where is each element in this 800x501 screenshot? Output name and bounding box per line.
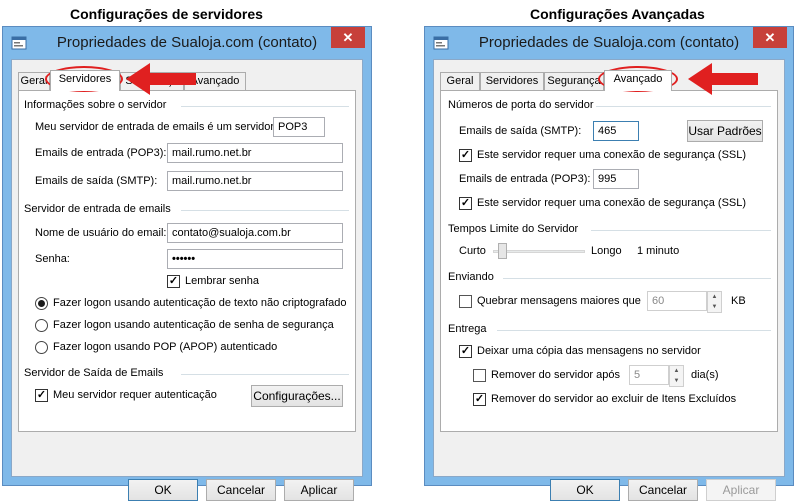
- window-title: Propriedades de Sualoja.com (contato): [56, 34, 318, 51]
- leave-copy-label: Deixar uma cópia das mensagens no servid…: [477, 345, 701, 357]
- ssl-smtp-label: Este servidor requer uma conexão de segu…: [477, 149, 747, 161]
- remove-deleted-label: Remover do servidor ao excluir de Itens …: [491, 393, 737, 405]
- tab-seguranca[interactable]: Segurança: [544, 72, 604, 90]
- red-arrow-left-icon: [126, 63, 196, 95]
- incoming-type-label: Meu servidor de entrada de emails é um s…: [35, 121, 275, 133]
- dialog-body: Geral Servidores Segurança Avançado Info…: [11, 59, 363, 501]
- ssl-pop-label: Este servidor requer uma conexão de segu…: [477, 197, 747, 209]
- logon-plaintext-label: Fazer logon usando autenticação de texto…: [53, 297, 347, 309]
- tab-geral[interactable]: Geral: [440, 72, 480, 90]
- incoming-server-label: Emails de entrada (POP3):: [35, 147, 167, 159]
- remove-after-label: Remover do servidor após: [491, 369, 621, 381]
- leave-copy-checkbox[interactable]: ✓: [459, 345, 472, 358]
- username-input[interactable]: contato@sualoja.com.br: [167, 223, 343, 243]
- timeout-long-label: Longo: [591, 245, 622, 257]
- split-size-spinner[interactable]: ▲ ▼: [707, 291, 722, 313]
- requires-auth-label: Meu servidor requer autenticação: [53, 389, 217, 401]
- close-button[interactable]: ✕: [331, 27, 365, 48]
- incoming-server-input[interactable]: mail.rumo.net.br: [167, 143, 343, 163]
- remove-deleted-checkbox[interactable]: ✓: [473, 393, 486, 406]
- logon-plaintext-radio[interactable]: [35, 297, 48, 310]
- cancel-button[interactable]: Cancelar: [628, 479, 698, 501]
- advanced-panel: Números de porta do servidor Emails de s…: [440, 90, 778, 432]
- logon-apop-label: Fazer logon usando POP (APOP) autenticad…: [53, 341, 278, 353]
- remove-after-unit-label: dia(s): [691, 369, 719, 381]
- incoming-type-value: POP3: [273, 117, 325, 137]
- group-divider: [497, 330, 771, 331]
- apply-button[interactable]: Aplicar: [284, 479, 354, 501]
- ok-button[interactable]: OK: [128, 479, 198, 501]
- ok-button[interactable]: OK: [550, 479, 620, 501]
- outgoing-server-input[interactable]: mail.rumo.net.br: [167, 171, 343, 191]
- remove-after-spinner[interactable]: ▲ ▼: [669, 365, 684, 387]
- window-title: Propriedades de Sualoja.com (contato): [478, 34, 740, 51]
- logon-apop-radio[interactable]: [35, 341, 48, 354]
- timeout-short-label: Curto: [459, 245, 486, 257]
- remove-after-checkbox[interactable]: [473, 369, 486, 382]
- servers-panel: Informações sobre o servidor Meu servido…: [18, 90, 356, 432]
- title-bar[interactable]: Propriedades de Sualoja.com (contato) ✕: [425, 27, 793, 59]
- remove-after-days-input[interactable]: 5: [629, 365, 669, 385]
- ssl-pop-checkbox[interactable]: ✓: [459, 197, 472, 210]
- settings-button[interactable]: Configurações...: [251, 385, 343, 407]
- group-divider: [181, 106, 349, 107]
- group-divider: [181, 210, 349, 211]
- pop-port-label: Emails de entrada (POP3):: [459, 173, 591, 185]
- group-timeout: Tempos Limite do Servidor: [448, 223, 579, 235]
- group-delivery: Entrega: [448, 323, 487, 335]
- group-divider: [596, 106, 771, 107]
- pop-port-input[interactable]: 995: [593, 169, 639, 189]
- dialog-body: Geral Servidores Segurança Avançado Núme…: [433, 59, 785, 501]
- cancel-button[interactable]: Cancelar: [206, 479, 276, 501]
- timeout-slider-track[interactable]: [493, 250, 585, 253]
- tab-servidores[interactable]: Servidores: [50, 70, 120, 91]
- logon-spa-label: Fazer logon usando autenticação de senha…: [53, 319, 334, 331]
- tab-avancado[interactable]: Avançado: [604, 70, 672, 91]
- outgoing-server-label: Emails de saída (SMTP):: [35, 175, 158, 187]
- ssl-smtp-checkbox[interactable]: ✓: [459, 149, 472, 162]
- group-ports: Números de porta do servidor: [448, 99, 594, 111]
- red-arrow-left-icon: [688, 63, 758, 95]
- split-messages-checkbox[interactable]: [459, 295, 472, 308]
- tab-servidores[interactable]: Servidores: [480, 72, 544, 90]
- group-divider: [181, 374, 349, 375]
- group-outgoing-server: Servidor de Saída de Emails: [24, 367, 164, 379]
- remember-password-label: Lembrar senha: [185, 275, 259, 287]
- password-input[interactable]: ••••••: [167, 249, 343, 269]
- apply-button[interactable]: Aplicar: [706, 479, 776, 501]
- smtp-port-label: Emails de saída (SMTP):: [459, 125, 582, 137]
- split-messages-label: Quebrar mensagens maiores que: [477, 295, 641, 307]
- smtp-port-input[interactable]: 465: [593, 121, 639, 141]
- password-label: Senha:: [35, 253, 70, 265]
- requires-auth-checkbox[interactable]: ✓: [35, 389, 48, 402]
- group-divider: [503, 278, 771, 279]
- split-size-input[interactable]: 60: [647, 291, 707, 311]
- left-caption: Configurações de servidores: [70, 6, 263, 22]
- username-label: Nome de usuário do email:: [35, 227, 167, 239]
- right-caption: Configurações Avançadas: [530, 6, 705, 22]
- close-button[interactable]: ✕: [753, 27, 787, 48]
- timeout-slider-thumb[interactable]: [497, 243, 507, 259]
- group-divider: [591, 230, 771, 231]
- group-sending: Enviando: [448, 271, 494, 283]
- remember-password-checkbox[interactable]: ✓: [167, 275, 180, 288]
- split-unit-label: KB: [731, 295, 746, 307]
- logon-spa-radio[interactable]: [35, 319, 48, 332]
- timeout-value: 1 minuto: [637, 245, 680, 257]
- title-bar[interactable]: Propriedades de Sualoja.com (contato) ✕: [3, 27, 371, 59]
- group-server-info: Informações sobre o servidor: [24, 99, 167, 111]
- group-incoming-server: Servidor de entrada de emails: [24, 203, 171, 215]
- use-defaults-button[interactable]: Usar Padrões: [687, 120, 763, 142]
